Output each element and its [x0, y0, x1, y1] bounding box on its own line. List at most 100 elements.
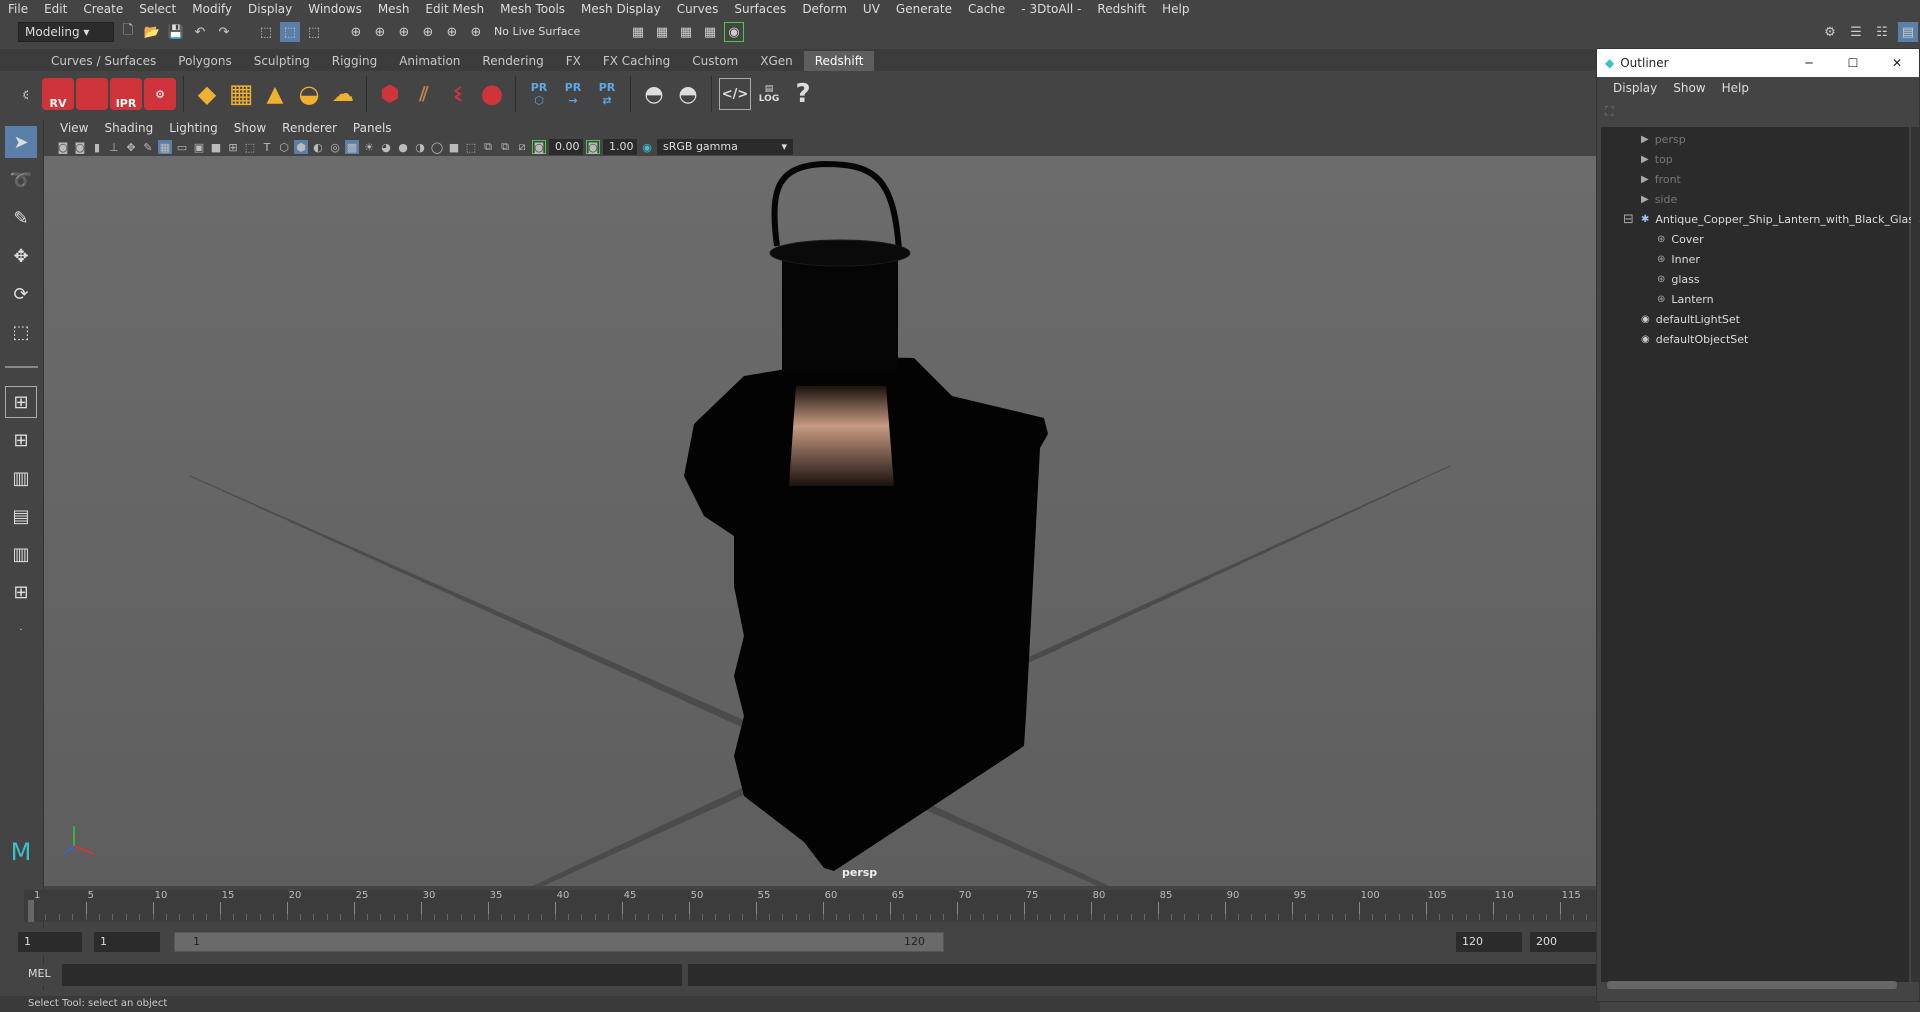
default-material-icon[interactable]: ◐ [311, 140, 325, 154]
playback-start-field[interactable]: 1 [94, 932, 160, 952]
rs-proxy-icon[interactable]: ◆ [191, 78, 223, 110]
shelf-tab[interactable]: Rendering [471, 51, 554, 71]
outliner-item[interactable]: ▶ front [1601, 169, 1909, 189]
rs-pr-create-icon[interactable]: PR ⬡ [523, 78, 555, 110]
outliner-item[interactable]: ▶ top [1601, 149, 1909, 169]
shelf-tab[interactable]: Custom [681, 51, 749, 71]
shelf-tab[interactable]: Rigging [321, 51, 388, 71]
outliner-tree[interactable]: ▶ persp ▶ top ▶ front ▶ side ⊟ ✱ Antique_Copper_Sh… [1601, 127, 1920, 982]
menu-item[interactable]: Edit [36, 0, 75, 18]
shelf-tab[interactable]: XGen [749, 51, 804, 71]
gate-mask-icon[interactable]: ■ [209, 140, 223, 154]
viewport-menu-item[interactable]: Lighting [161, 121, 226, 135]
isolate-select-icon[interactable]: ⬚ [464, 140, 478, 154]
rs-sphere-icon[interactable]: ● [476, 78, 508, 110]
time-slider[interactable]: 1 5 10 15 20 25 30 35 40 45 50 55 60 65 70 75 80 85 90 95 10… [24, 890, 1596, 922]
rs-material-bowl-icon[interactable]: ◓ [638, 78, 670, 110]
hypershade-icon[interactable]: ▦ [700, 22, 720, 42]
camera-attributes-icon[interactable]: ◙ [73, 140, 87, 154]
collapse-icon[interactable]: ⊟ [1623, 212, 1634, 227]
xray-active-icon[interactable]: ⧉ [498, 140, 512, 154]
menu-item[interactable]: Windows [300, 0, 370, 18]
shelf-tab[interactable]: FX [555, 51, 592, 71]
undo-icon[interactable]: ↶ [190, 22, 210, 42]
motion-blur-icon[interactable]: ◑ [413, 140, 427, 154]
menu-item[interactable]: Edit Mesh [417, 0, 492, 18]
shelf-tab[interactable]: Curves / Surfaces [40, 51, 167, 71]
ambient-occlusion-icon[interactable]: ● [396, 140, 410, 154]
live-surface-field[interactable]: No Live Surface [490, 22, 594, 42]
side-by-side-layout-icon[interactable]: ▥ [5, 462, 37, 494]
menu-item[interactable]: Modify [184, 0, 240, 18]
menu-item[interactable]: Redshift [1089, 0, 1154, 18]
maximize-icon[interactable]: ☐ [1831, 56, 1875, 70]
shadows-icon[interactable]: ◕ [379, 140, 393, 154]
viewport-menu-item[interactable]: View [52, 121, 96, 135]
xray-joints-icon[interactable]: ⧄ [515, 140, 529, 154]
resolution-gate-icon[interactable]: ▣ [192, 140, 206, 154]
snap-view-icon[interactable]: ⊕ [418, 22, 438, 42]
render-settings-icon[interactable]: ▦ [676, 22, 696, 42]
rs-script-icon[interactable]: </> [719, 78, 751, 110]
depth-of-field-icon[interactable]: ■ [447, 140, 461, 154]
range-slider-bar[interactable]: 1 120 [174, 932, 944, 952]
rotate-tool-icon[interactable]: ⟳ [5, 278, 37, 310]
outliner-item[interactable]: ▶ side [1601, 189, 1909, 209]
outliner-scrollbar[interactable] [1911, 127, 1919, 982]
rs-dome-light-icon[interactable]: ◒ [293, 78, 325, 110]
menu-item[interactable]: Display [240, 0, 300, 18]
attribute-editor-icon[interactable]: ☰ [1846, 22, 1866, 42]
outliner-item[interactable]: ▶ persp [1601, 129, 1909, 149]
paint-select-tool-icon[interactable]: ✎ [5, 202, 37, 234]
outliner-item[interactable]: ⊛ Cover [1601, 229, 1909, 249]
2d-pan-icon[interactable]: ✥ [124, 140, 138, 154]
menu-item[interactable]: Generate [888, 0, 960, 18]
menu-item[interactable]: Deform [794, 0, 855, 18]
shelf-tab[interactable]: Redshift [803, 51, 875, 71]
bookmark-icon[interactable]: ▮ [90, 140, 104, 154]
toolbox-more-icon[interactable]: · [5, 614, 37, 646]
outliner-item[interactable]: ⊟ ✱ Antique_Copper_Ship_Lantern_with_Black… [1601, 209, 1920, 229]
rs-hair-icon[interactable]: ⫽ [408, 78, 440, 110]
close-icon[interactable]: ✕ [1875, 56, 1919, 70]
tool-settings-icon[interactable]: ☷ [1872, 22, 1892, 42]
menu-item[interactable]: Cache [960, 0, 1013, 18]
shelf-tab[interactable]: FX Caching [592, 51, 681, 71]
gamma-field[interactable]: 1.00 [603, 139, 637, 155]
menu-item[interactable]: Create [75, 0, 131, 18]
rs-material-bowl2-icon[interactable]: ◓ [672, 78, 704, 110]
shelf-tab[interactable]: Animation [388, 51, 471, 71]
outliner-item[interactable]: ⊛ Inner [1601, 249, 1909, 269]
viewport-menu-item[interactable]: Shading [96, 121, 161, 135]
render-ipr-icon[interactable]: ▦ [652, 22, 672, 42]
outliner-search-bar[interactable]: ⛶ [1597, 99, 1919, 123]
snap-surface-icon[interactable]: ⊕ [442, 22, 462, 42]
viewport-menu-item[interactable]: Show [226, 121, 274, 135]
outliner-menu-item[interactable]: Help [1714, 81, 1757, 95]
rs-log-icon[interactable]: ▤ LOG [753, 78, 785, 110]
menu-item[interactable]: Select [131, 0, 184, 18]
select-camera-icon[interactable]: ◙ [56, 140, 70, 154]
rs-pr-convert-icon[interactable]: PR ⇄ [591, 78, 623, 110]
menu-item[interactable]: Curves [669, 0, 727, 18]
menu-item[interactable]: Mesh [370, 0, 418, 18]
rs-curve-icon[interactable]: ଽ [442, 78, 474, 110]
menu-item[interactable]: Mesh Tools [492, 0, 573, 18]
wireframe-on-shaded-icon[interactable]: ◎ [328, 140, 342, 154]
channel-box-icon[interactable]: ▤ [1898, 22, 1918, 42]
snap-live-icon[interactable]: ⊕ [466, 22, 486, 42]
outliner-item[interactable]: ◉ defaultLightSet [1601, 309, 1909, 329]
rs-sun-sky-icon[interactable]: ☁ [327, 78, 359, 110]
select-tool-icon[interactable]: ➤ [5, 126, 37, 158]
gamma-icon[interactable]: ◙ [586, 140, 600, 154]
exposure-icon[interactable]: ◙ [532, 140, 546, 154]
colorspace-dropdown[interactable]: sRGB gamma ▾ [657, 139, 793, 155]
outliner-hscrollbar[interactable] [1607, 981, 1897, 989]
lasso-tool-icon[interactable]: ➰ [5, 164, 37, 196]
persp-outliner-layout-icon[interactable]: ▥ [5, 538, 37, 570]
select-component-icon[interactable]: ⬚ [304, 22, 324, 42]
animation-start-field[interactable]: 1 [18, 932, 82, 952]
move-tool-icon[interactable]: ✥ [5, 240, 37, 272]
smooth-shade-icon[interactable]: ⬢ [294, 140, 308, 154]
snap-grid-icon[interactable]: ⊕ [346, 22, 366, 42]
